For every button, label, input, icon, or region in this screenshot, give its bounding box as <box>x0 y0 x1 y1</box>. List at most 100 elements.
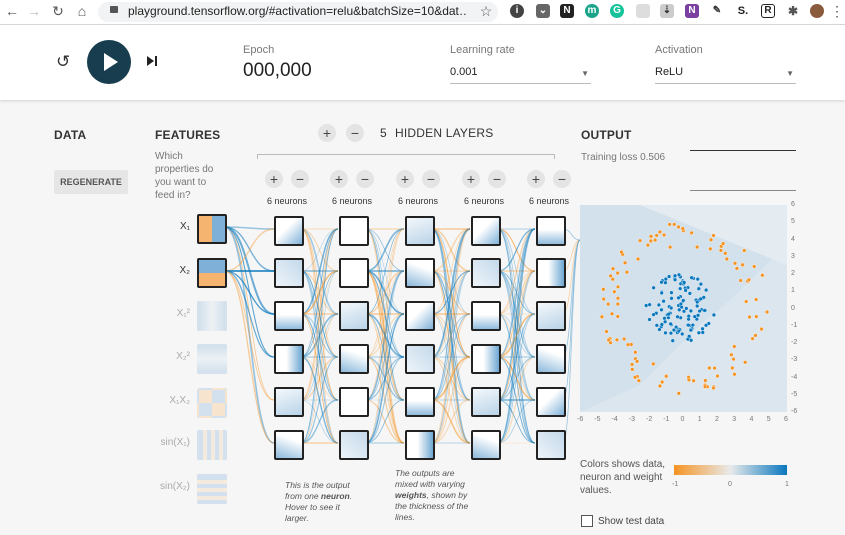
data-point-orange <box>599 314 605 319</box>
add-neuron-button[interactable]: + <box>396 170 414 188</box>
add-neuron-button[interactable]: + <box>462 170 480 188</box>
neuron[interactable] <box>405 387 435 417</box>
add-neuron-button[interactable]: + <box>265 170 283 188</box>
data-point-orange <box>732 372 737 377</box>
data-point-orange <box>657 383 663 389</box>
data-point-blue <box>678 301 683 307</box>
weight-link <box>224 270 275 358</box>
neuron[interactable] <box>339 258 369 288</box>
neuron[interactable] <box>471 301 501 331</box>
data-point-orange <box>732 261 738 266</box>
feature-toggle[interactable] <box>197 430 227 460</box>
data-point-orange <box>661 232 667 238</box>
data-point-blue <box>654 323 659 328</box>
data-point-blue <box>688 308 693 314</box>
feature-toggle[interactable] <box>197 344 227 374</box>
neuron[interactable] <box>339 216 369 246</box>
data-point-orange <box>612 289 617 294</box>
add-neuron-button[interactable]: + <box>527 170 545 188</box>
neuron[interactable] <box>339 430 369 460</box>
data-point-orange <box>645 242 650 248</box>
neuron[interactable] <box>471 387 501 417</box>
neuron[interactable] <box>471 216 501 246</box>
y-tick-label: 5 <box>791 218 795 226</box>
data-point-blue <box>671 327 676 333</box>
data-point-orange <box>664 374 669 379</box>
data-point-blue <box>667 274 672 279</box>
data-point-orange <box>622 336 627 342</box>
weight-link <box>497 228 536 401</box>
neuron[interactable] <box>536 344 566 374</box>
feature-label: X₁X₂ <box>169 395 190 406</box>
neuron[interactable] <box>536 387 566 417</box>
remove-neuron-button[interactable]: − <box>291 170 309 188</box>
neuron[interactable] <box>471 430 501 460</box>
feature-toggle[interactable] <box>197 388 227 418</box>
data-point-orange <box>712 366 717 371</box>
neuron[interactable] <box>536 258 566 288</box>
weight-link <box>431 228 471 315</box>
feature-toggle[interactable] <box>197 474 227 504</box>
data-point-orange <box>615 301 620 307</box>
neuron[interactable] <box>274 387 304 417</box>
neuron[interactable] <box>405 344 435 374</box>
scale-label-mid: 0 <box>728 481 732 488</box>
neuron[interactable] <box>536 216 566 246</box>
weight-link <box>497 228 536 444</box>
data-point-orange <box>689 230 694 235</box>
data-point-blue <box>647 317 652 322</box>
remove-neuron-button[interactable]: − <box>488 170 506 188</box>
neuron[interactable] <box>471 258 501 288</box>
loss-baseline <box>690 190 796 191</box>
feature-toggle[interactable] <box>197 301 227 331</box>
x-tick-label: -4 <box>611 416 618 423</box>
data-point-orange <box>695 244 700 250</box>
show-test-data-checkbox[interactable] <box>581 515 593 527</box>
neuron[interactable] <box>339 301 369 331</box>
data-point-orange <box>723 251 728 256</box>
neuron[interactable] <box>274 430 304 460</box>
data-point-orange <box>734 266 739 271</box>
loss-line <box>690 150 796 151</box>
neuron[interactable] <box>274 301 304 331</box>
data-point-blue <box>677 307 682 312</box>
add-neuron-button[interactable]: + <box>330 170 348 188</box>
data-point-blue <box>656 302 661 308</box>
feature-toggle[interactable] <box>197 258 227 288</box>
neuron[interactable] <box>405 258 435 288</box>
remove-neuron-button[interactable]: − <box>553 170 571 188</box>
data-point-orange <box>753 333 758 338</box>
data-point-blue <box>672 273 678 278</box>
x-tick-label: 6 <box>784 416 788 423</box>
data-point-orange <box>629 362 635 367</box>
data-point-blue <box>676 272 682 277</box>
neuron[interactable] <box>274 216 304 246</box>
neuron[interactable] <box>536 301 566 331</box>
data-point-orange <box>660 379 665 385</box>
neuron[interactable] <box>405 216 435 246</box>
data-point-blue <box>703 323 709 328</box>
neuron[interactable] <box>405 430 435 460</box>
neuron[interactable] <box>339 387 369 417</box>
data-point-orange <box>752 264 757 269</box>
data-point-orange <box>702 384 708 389</box>
remove-neuron-button[interactable]: − <box>356 170 374 188</box>
data-point-blue <box>686 314 691 319</box>
data-point-blue <box>678 286 683 291</box>
neuron[interactable] <box>274 258 304 288</box>
data-point-orange <box>624 270 629 275</box>
scale-label-max: 1 <box>785 481 789 488</box>
data-point-orange <box>601 296 606 302</box>
output-heatmap[interactable] <box>580 205 787 412</box>
data-point-orange <box>635 359 640 364</box>
remove-neuron-button[interactable]: − <box>422 170 440 188</box>
neuron[interactable] <box>405 301 435 331</box>
neuron[interactable] <box>339 344 369 374</box>
neuron[interactable] <box>274 344 304 374</box>
feature-toggle[interactable] <box>197 214 227 244</box>
data-point-orange <box>729 352 734 357</box>
data-point-blue <box>711 312 717 318</box>
neuron[interactable] <box>536 430 566 460</box>
neuron[interactable] <box>471 344 501 374</box>
data-point-orange <box>732 344 737 349</box>
